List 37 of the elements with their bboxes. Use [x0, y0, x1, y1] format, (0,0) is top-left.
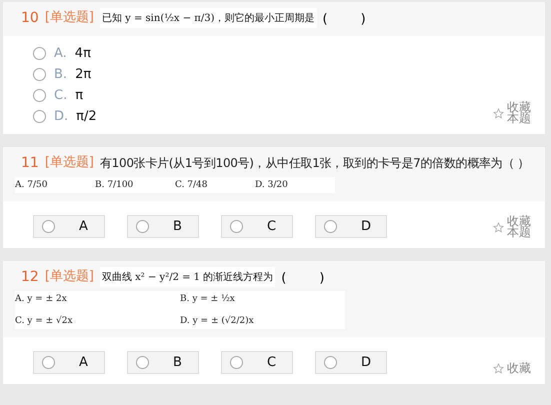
answer-option[interactable]: A. 4π: [33, 46, 97, 61]
option-formula: B. 7/100: [95, 180, 134, 190]
option-formula: A. 7/50: [15, 180, 48, 190]
option-formula: C. 7/48: [175, 180, 208, 190]
question-number: 10: [21, 9, 39, 28]
answer-option[interactable]: B: [127, 351, 199, 374]
answer-option[interactable]: A: [33, 351, 105, 374]
answer-blank: ( ): [322, 11, 366, 27]
question-stem: 有100张卡片(从1号到100号)，从中任取1张，取到的卡号是7的倍数的概率为（ ）: [100, 155, 530, 172]
option-formula: C. y = ± √2x: [15, 316, 74, 326]
question-number: 11: [21, 154, 39, 173]
favorite-button[interactable]: 收藏本题: [493, 102, 533, 124]
answer-blank: ( ): [281, 270, 324, 286]
question-type: [单选题]: [44, 268, 94, 286]
question-stem: 已知 y = sin(½x − π/3)，则它的最小正周期是: [100, 8, 316, 28]
answer-option[interactable]: A: [33, 215, 105, 238]
answer-option[interactable]: D: [315, 351, 387, 374]
star-icon: [493, 222, 504, 232]
option-formula: D. 3/20: [255, 180, 289, 190]
star-icon: [493, 363, 504, 374]
option-formula: D. y = ± (√2/2)x: [180, 316, 255, 326]
option-formula: A. y = ± 2x: [15, 294, 68, 304]
answer-option[interactable]: D: [315, 215, 387, 238]
question-type: [单选题]: [44, 154, 94, 172]
answer-option[interactable]: B: [127, 215, 199, 238]
answer-option[interactable]: B. 2π: [33, 67, 97, 82]
answer-option[interactable]: D. π/2: [33, 109, 97, 124]
favorite-button[interactable]: 收藏: [493, 363, 533, 374]
answer-option[interactable]: C. π: [33, 88, 97, 103]
answer-option[interactable]: C: [221, 215, 293, 238]
star-icon: [493, 108, 504, 118]
favorite-button[interactable]: 收藏本题: [493, 216, 533, 238]
question-stem: 双曲线 x² − y²/2 = 1 的渐近线方程为: [100, 267, 276, 287]
question-type: [单选题]: [44, 9, 94, 27]
option-formula: B. y = ± ½x: [180, 294, 236, 304]
question-number: 12: [21, 268, 39, 287]
answer-option[interactable]: C: [221, 351, 293, 374]
